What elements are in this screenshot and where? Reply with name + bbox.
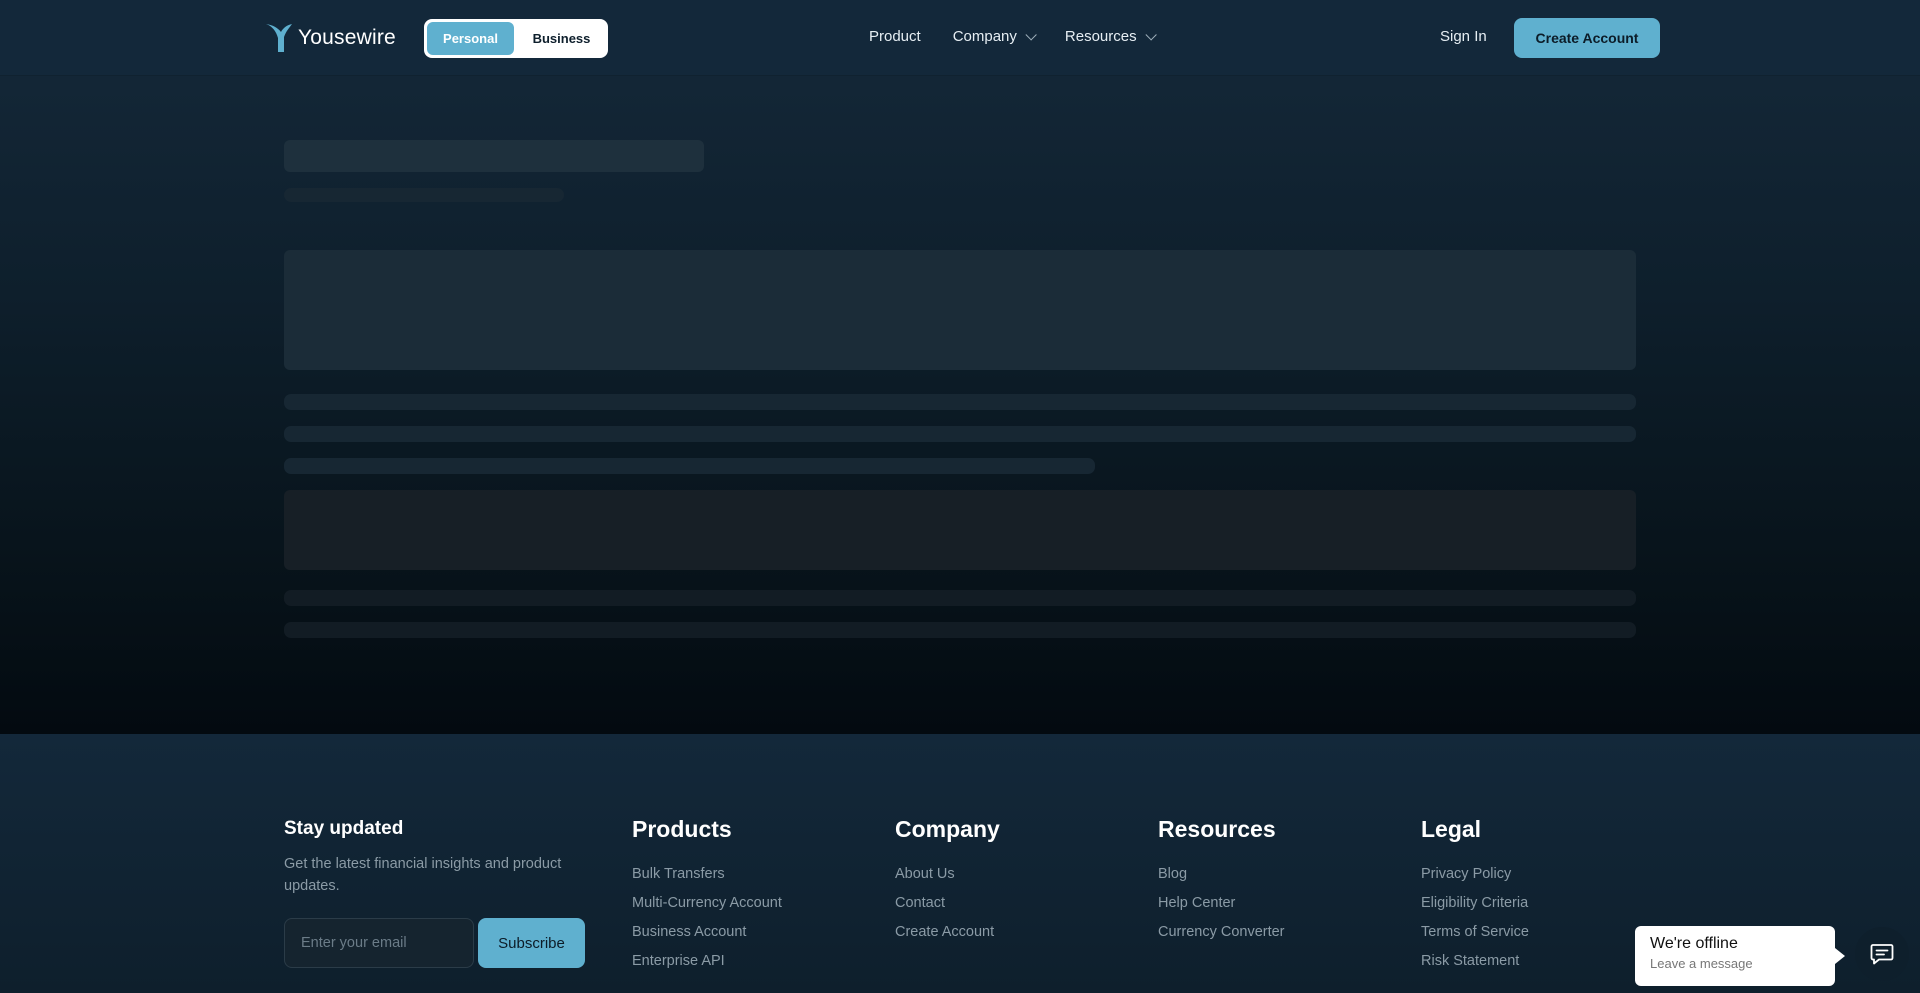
chevron-down-icon — [1025, 28, 1037, 41]
footer-column-title: Products — [632, 816, 732, 842]
footer-column-title: Company — [895, 816, 1000, 842]
footer-link[interactable]: Eligibility Criteria — [1421, 893, 1529, 922]
skeleton-card — [284, 250, 1636, 370]
footer-link[interactable]: Create Account — [895, 922, 1000, 951]
skeleton-line — [284, 622, 1636, 638]
brand-name: Yousewire — [298, 26, 396, 49]
skeleton-line — [284, 458, 1095, 474]
footer-link[interactable]: Risk Statement — [1421, 951, 1529, 980]
segment-personal[interactable]: Personal — [427, 22, 514, 55]
chevron-down-icon — [1145, 28, 1157, 41]
skeleton-line — [284, 394, 1636, 410]
footer-link[interactable]: Enterprise API — [632, 951, 782, 980]
newsletter-description: Get the latest financial insights and pr… — [284, 856, 562, 894]
site-header: Yousewire Personal Business Product Comp… — [0, 0, 1920, 76]
chat-status-title: We're offline — [1650, 935, 1738, 952]
footer-link[interactable]: Blog — [1158, 864, 1285, 893]
newsletter-email-input[interactable] — [284, 918, 474, 968]
nav-resources-label: Resources — [1064, 28, 1137, 45]
nav-company[interactable]: Company — [952, 28, 1037, 45]
create-account-button[interactable]: Create Account — [1514, 18, 1660, 58]
footer-column-title: Legal — [1421, 816, 1482, 842]
footer-link[interactable]: Multi-Currency Account — [632, 893, 782, 922]
chat-launcher-button[interactable] — [1855, 927, 1909, 981]
skeleton-subtitle — [284, 188, 564, 202]
nav-resources[interactable]: Resources — [1064, 28, 1157, 45]
footer-link[interactable]: Business Account — [632, 922, 782, 951]
nav-product-label: Product — [869, 28, 921, 45]
skeleton-title — [284, 140, 704, 172]
footer-column-legal: Legal Privacy Policy Eligibility Criteri… — [1421, 816, 1529, 980]
skeleton-card — [284, 490, 1636, 570]
site-footer: Stay updated Get the latest financial in… — [0, 734, 1920, 993]
subscribe-button[interactable]: Subscribe — [478, 918, 585, 968]
footer-link[interactable]: Terms of Service — [1421, 922, 1529, 951]
chat-status-subtitle: Leave a message — [1650, 956, 1753, 971]
footer-column-title: Resources — [1158, 816, 1276, 842]
footer-link[interactable]: Bulk Transfers — [632, 864, 782, 893]
footer-link[interactable]: Privacy Policy — [1421, 864, 1529, 893]
footer-column-products: Products Bulk Transfers Multi-Currency A… — [632, 816, 782, 980]
sign-in-link[interactable]: Sign In — [1440, 28, 1487, 45]
footer-link[interactable]: Currency Converter — [1158, 922, 1285, 951]
footer-link[interactable]: Help Center — [1158, 893, 1285, 922]
nav-product[interactable]: Product — [869, 28, 921, 45]
footer-link[interactable]: Contact — [895, 893, 1000, 922]
nav-company-label: Company — [952, 28, 1017, 45]
main-nav: Product Company Resources — [869, 28, 1157, 45]
segment-business[interactable]: Business — [518, 22, 605, 55]
account-type-toggle: Personal Business — [424, 19, 608, 58]
skeleton-line — [284, 426, 1636, 442]
brand-logo[interactable]: Yousewire — [264, 22, 396, 54]
yousewire-logo-icon — [266, 24, 292, 52]
skeleton-line — [284, 590, 1636, 606]
footer-column-company: Company About Us Contact Create Account — [895, 816, 1000, 951]
footer-link[interactable]: About Us — [895, 864, 1000, 893]
chat-offline-card[interactable]: We're offline Leave a message — [1635, 926, 1845, 986]
chat-bubble-icon — [1870, 944, 1894, 965]
footer-column-resources: Resources Blog Help Center Currency Conv… — [1158, 816, 1285, 951]
newsletter-title: Stay updated — [284, 818, 404, 839]
